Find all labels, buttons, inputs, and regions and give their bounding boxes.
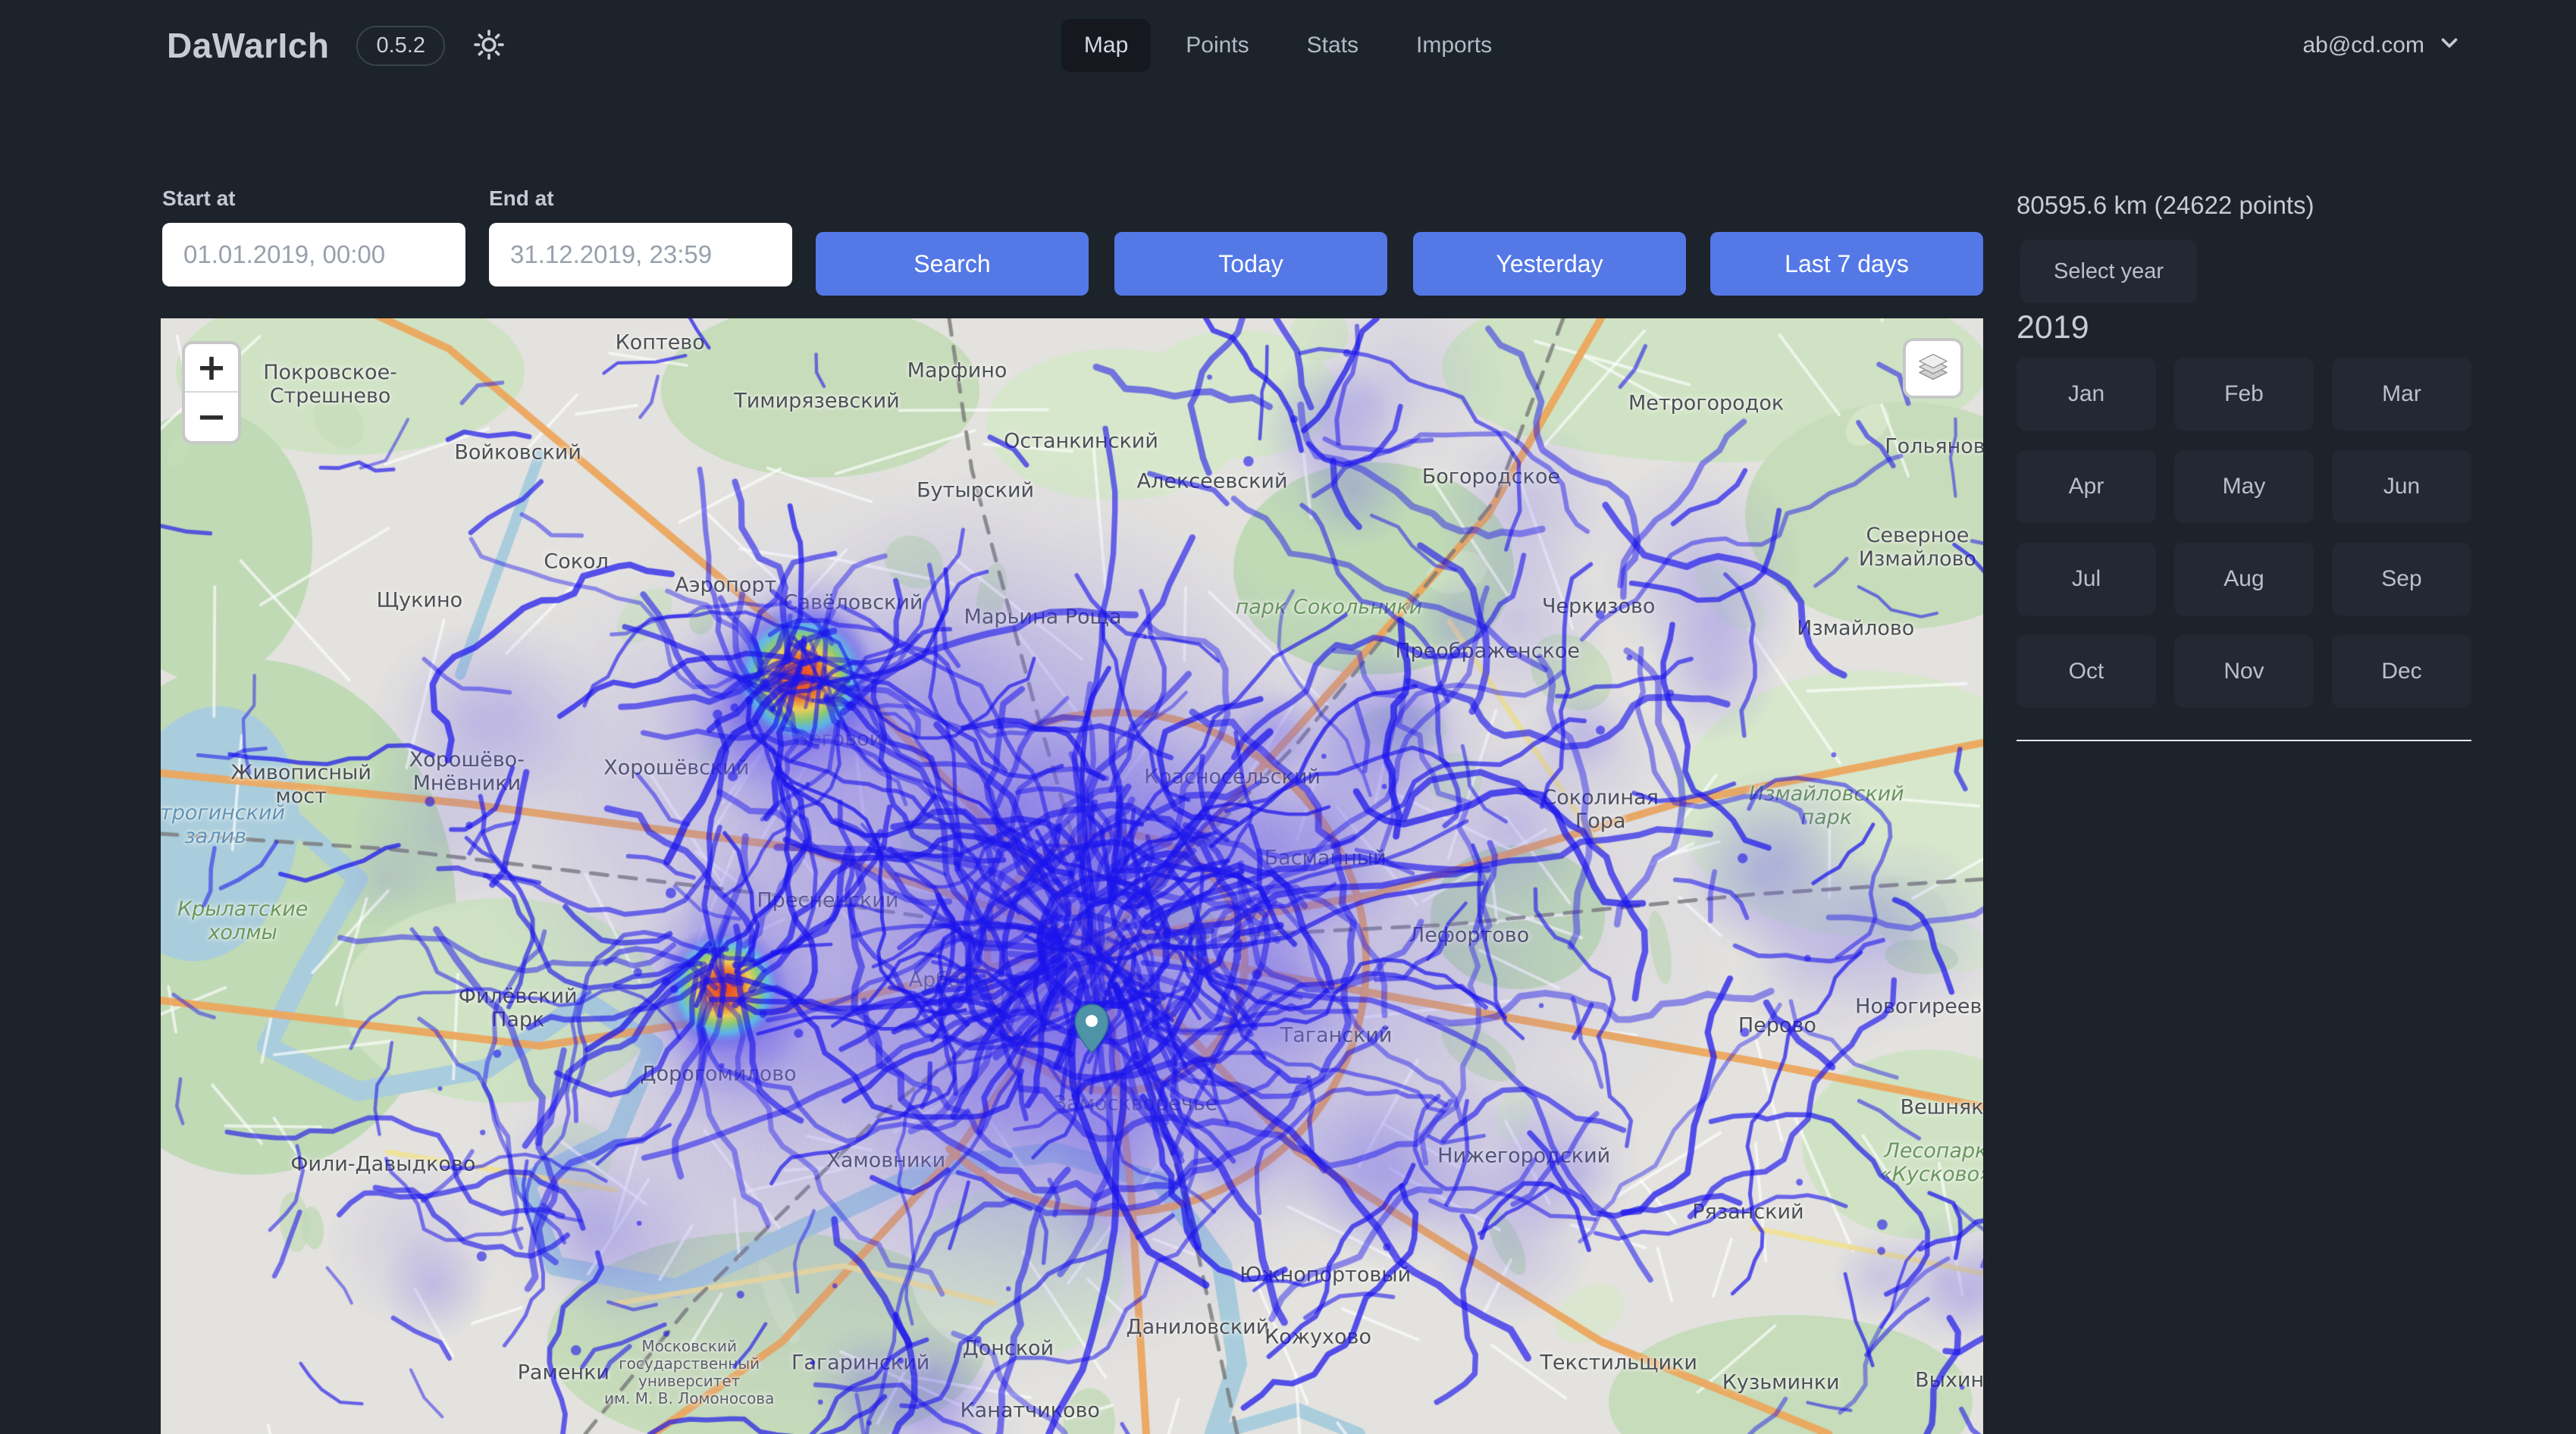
distance-points-summary: 80595.6 km (24622 points): [2017, 191, 2314, 220]
yesterday-button[interactable]: Yesterday: [1413, 232, 1686, 296]
sidebar-divider: [2017, 740, 2471, 741]
month-button-apr[interactable]: Apr: [2017, 450, 2156, 523]
month-button-dec[interactable]: Dec: [2332, 635, 2471, 708]
heatmap-tracks-canvas: [161, 318, 1983, 1434]
month-button-feb[interactable]: Feb: [2174, 358, 2314, 431]
layers-control-button[interactable]: [1903, 338, 1963, 399]
main-nav: Map Points Stats Imports: [1061, 0, 1515, 91]
month-button-sep[interactable]: Sep: [2332, 543, 2471, 615]
zoom-out-button[interactable]: −: [185, 393, 238, 441]
end-at-field: End at: [489, 186, 792, 286]
map-pin-icon[interactable]: [1073, 1003, 1111, 1058]
start-at-field: Start at: [162, 186, 465, 286]
layers-icon: [1915, 349, 1951, 389]
version-badge: 0.5.2: [356, 26, 445, 66]
last-7-days-button[interactable]: Last 7 days: [1710, 232, 1983, 296]
month-button-oct[interactable]: Oct: [2017, 635, 2156, 708]
app-header: DaWarIch 0.5.2 Map Points Stats Imports …: [0, 0, 2576, 91]
nav-tab-points[interactable]: Points: [1163, 19, 1271, 72]
zoom-control: + −: [182, 341, 241, 444]
chevron-down-icon: [2437, 30, 2462, 61]
search-button[interactable]: Search: [816, 232, 1089, 296]
month-grid: Jan Feb Mar Apr May Jun Jul Aug Sep Oct …: [2017, 358, 2471, 708]
start-at-label: Start at: [162, 186, 465, 211]
nav-tab-map[interactable]: Map: [1061, 19, 1151, 72]
start-at-input[interactable]: [162, 223, 465, 286]
app-title: DaWarIch: [167, 25, 329, 66]
month-button-jun[interactable]: Jun: [2332, 450, 2471, 523]
month-button-jan[interactable]: Jan: [2017, 358, 2156, 431]
month-button-nov[interactable]: Nov: [2174, 635, 2314, 708]
account-menu-button[interactable]: ab@cd.com: [2298, 0, 2467, 91]
select-year-button[interactable]: Select year: [2020, 240, 2197, 303]
sun-icon: [472, 28, 506, 64]
nav-tab-imports[interactable]: Imports: [1393, 19, 1515, 72]
account-email: ab@cd.com: [2302, 33, 2424, 58]
nav-tab-stats[interactable]: Stats: [1284, 19, 1381, 72]
selected-year-heading: 2019: [2017, 309, 2089, 346]
month-button-aug[interactable]: Aug: [2174, 543, 2314, 615]
end-at-input[interactable]: [489, 223, 792, 286]
zoom-in-button[interactable]: +: [185, 344, 238, 393]
month-button-jul[interactable]: Jul: [2017, 543, 2156, 615]
month-button-may[interactable]: May: [2174, 450, 2314, 523]
brand: DaWarIch 0.5.2: [167, 0, 506, 91]
map-view[interactable]: Покровское- СтрешневоКоптевоМарфиноТимир…: [161, 318, 1983, 1434]
theme-toggle-button[interactable]: [472, 28, 506, 64]
end-at-label: End at: [489, 186, 792, 211]
today-button[interactable]: Today: [1114, 232, 1387, 296]
month-button-mar[interactable]: Mar: [2332, 358, 2471, 431]
